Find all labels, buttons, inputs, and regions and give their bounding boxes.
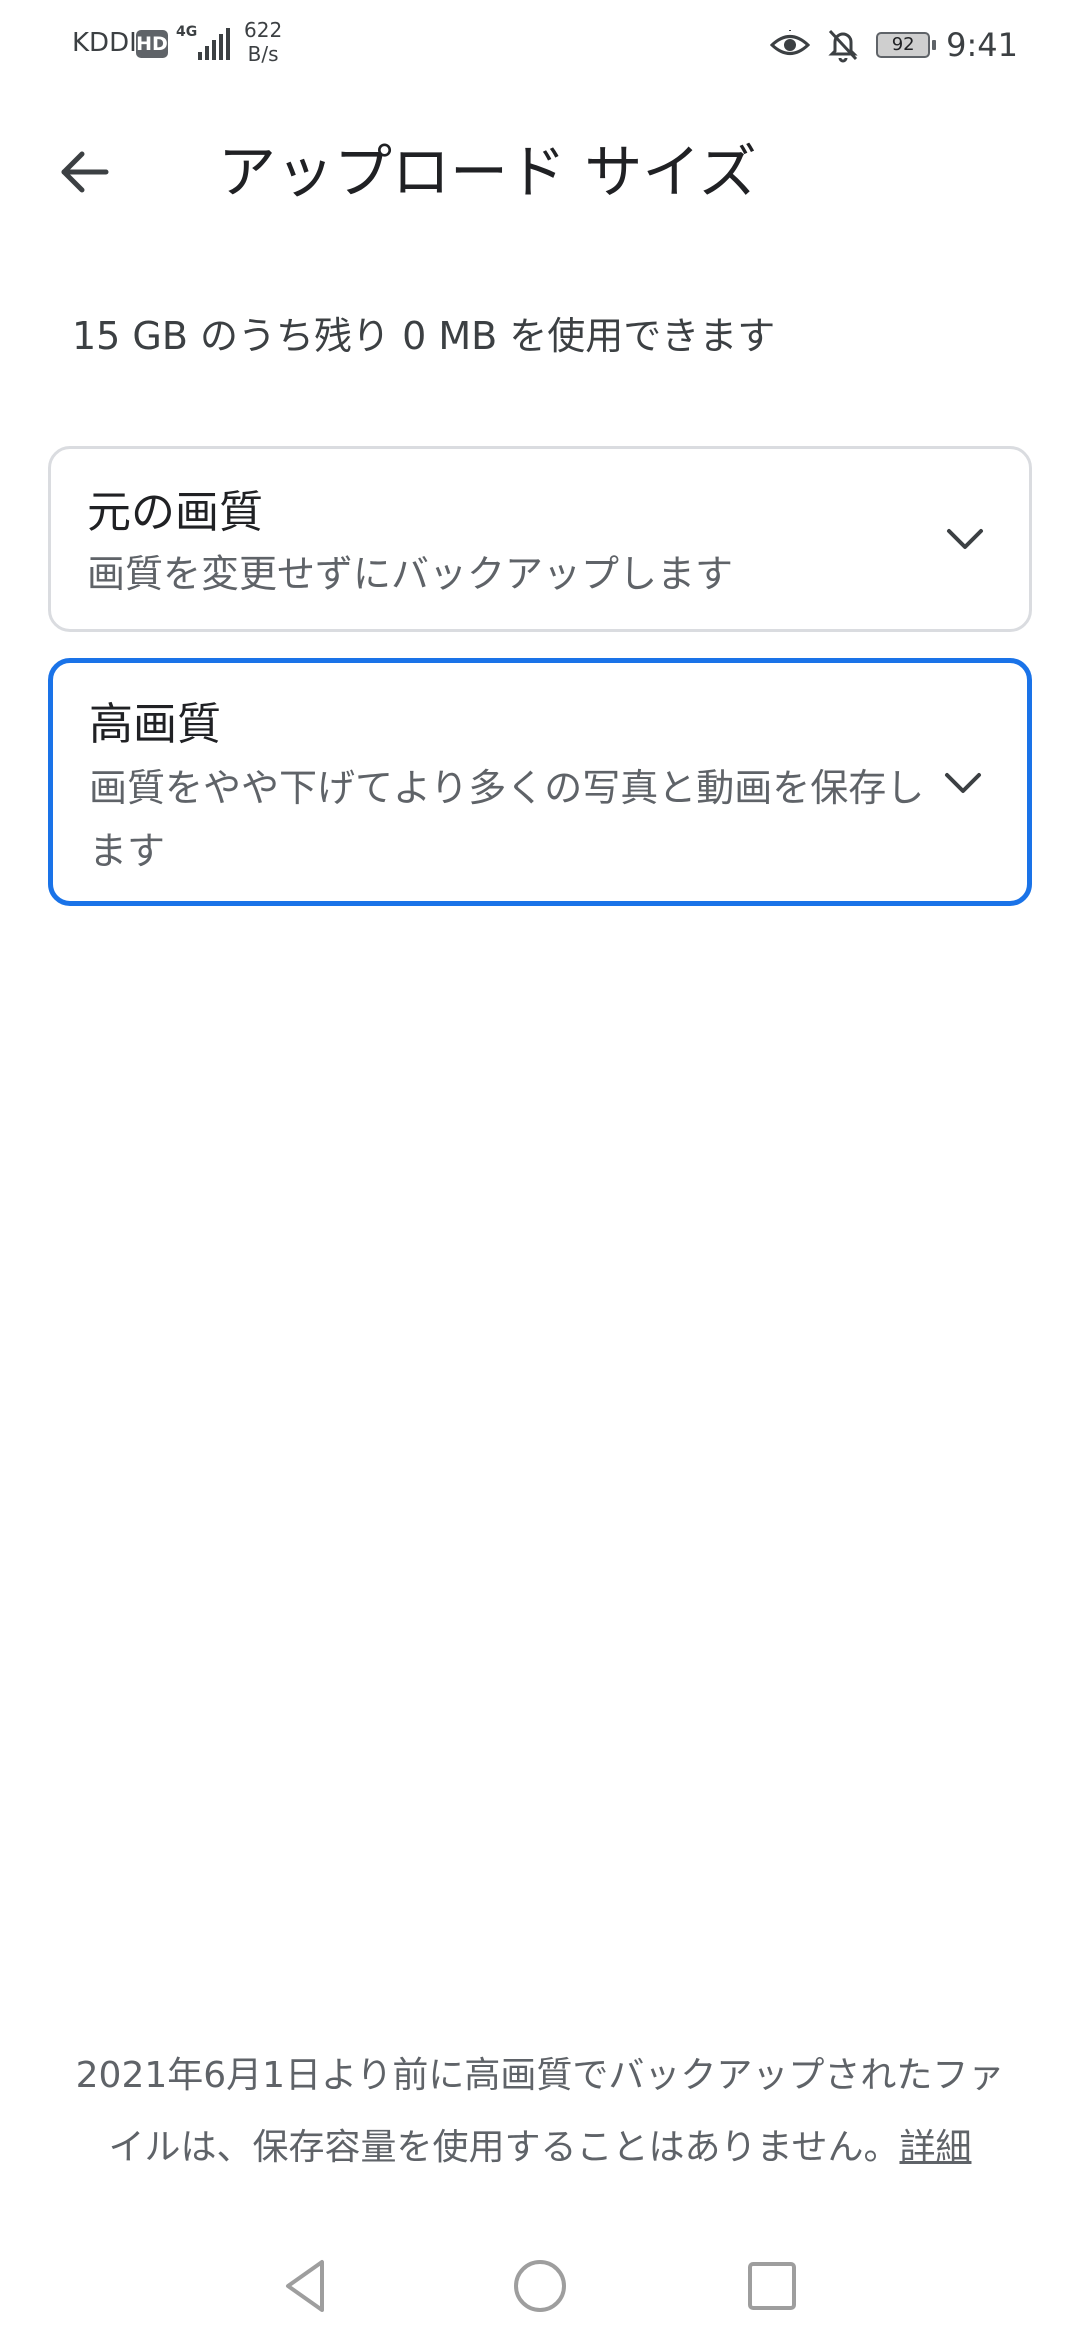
clock: 9:41 — [946, 26, 1018, 64]
nav-recent-apps-icon[interactable] — [740, 2254, 804, 2318]
footer-note-text: 2021年6月1日より前に高画質でバックアップされたファイルは、保存容量を使用す… — [75, 2055, 1005, 2168]
chevron-down-icon[interactable] — [941, 515, 989, 563]
nav-home-icon[interactable] — [508, 2254, 572, 2318]
eye-comfort-icon — [770, 30, 811, 55]
battery-level: 92 — [891, 34, 915, 55]
page-title: アップロード サイズ — [218, 138, 757, 206]
storage-info: 15 GB のうち残り 0 MB を使用できます — [72, 314, 776, 358]
network-speed: 622 B/s — [244, 18, 282, 66]
nav-back-icon[interactable] — [276, 2254, 340, 2318]
option-description: 画質を変更せずにバックアップします — [87, 552, 734, 596]
network-speed-unit: B/s — [247, 42, 279, 66]
status-icons: 92 9:41 — [770, 22, 1018, 68]
signal-icon: 4G — [176, 24, 232, 62]
network-speed-value: 622 — [244, 18, 283, 42]
navigation-bar — [0, 2230, 1080, 2340]
option-original-quality[interactable]: 元の画質 画質を変更せずにバックアップします — [48, 446, 1032, 632]
bell-off-icon — [828, 29, 858, 63]
carrier-label: KDDI — [72, 28, 137, 58]
option-title: 高画質 — [89, 699, 221, 750]
chevron-down-icon[interactable] — [939, 759, 987, 807]
footer-note: 2021年6月1日より前に高画質でバックアップされたファイルは、保存容量を使用す… — [60, 2040, 1020, 2184]
hd-badge: HD — [136, 30, 168, 58]
battery-icon: 92 — [876, 32, 937, 58]
details-link[interactable]: 詳細 — [899, 2127, 971, 2168]
screen: KDDI HD 4G 622 B/s 92 9:41 アップロード サイズ 15… — [0, 0, 1080, 2340]
option-high-quality[interactable]: 高画質 画質をやや下げてより多くの写真と動画を保存します — [48, 658, 1032, 906]
arrow-back-icon — [61, 151, 109, 193]
status-bar: KDDI HD 4G 622 B/s 92 9:41 — [0, 0, 1080, 90]
back-button[interactable] — [44, 132, 124, 212]
option-title: 元の画質 — [87, 487, 263, 538]
option-description: 画質をやや下げてより多くの写真と動画を保存します — [89, 766, 925, 873]
